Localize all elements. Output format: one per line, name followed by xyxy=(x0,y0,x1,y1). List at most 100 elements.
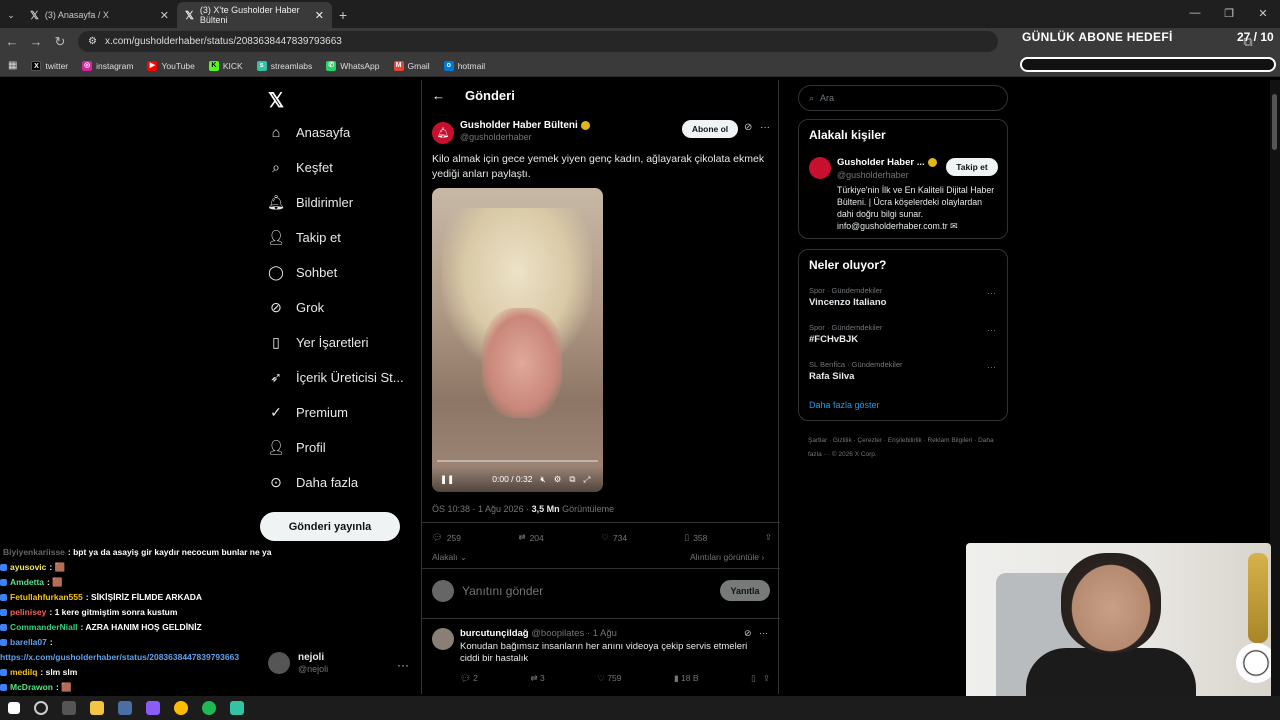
share-icon[interactable]: ⇪ xyxy=(765,532,772,543)
reply-action[interactable]: 💬︎ 2 xyxy=(460,673,478,684)
author-name[interactable]: Gusholder Haber Bülteni xyxy=(460,120,590,131)
account-more-icon[interactable]: ··· xyxy=(397,658,409,672)
more-icon[interactable]: ··· xyxy=(760,122,770,133)
bookmark-instagram[interactable]: ◎ instagram xyxy=(82,60,133,71)
bookmark-share-icons[interactable]: ▯ ⇪ xyxy=(751,673,770,684)
relevance-sort[interactable]: Alakalı ⌄ xyxy=(432,552,467,563)
url-field[interactable]: ⚙ x.com/gusholderhaber/status/2083638447… xyxy=(78,31,998,52)
back-arrow-icon[interactable]: ← xyxy=(432,88,445,103)
chat-username: Biyiyenkariisse xyxy=(3,547,65,557)
trend-more-icon[interactable]: ··· xyxy=(987,288,996,298)
related-avatar[interactable] xyxy=(809,157,831,179)
windows-start-icon[interactable] xyxy=(8,702,20,714)
trend-item[interactable]: Spor · Gündemdekiler Vincenzo Italiano xyxy=(809,286,886,308)
app-icon[interactable] xyxy=(118,701,132,715)
like-action[interactable]: ♡ 759 xyxy=(597,673,621,684)
nav-explore[interactable]: ⌕ Keşfet xyxy=(268,159,333,175)
bookmark-kick[interactable]: K KICK xyxy=(208,60,243,71)
subscribe-button[interactable]: Abone ol xyxy=(682,120,738,138)
bookmark-action[interactable]: ▯ 358 xyxy=(685,532,708,543)
x-logo-icon[interactable]: 𝕏 xyxy=(268,88,284,113)
file-explorer-icon[interactable] xyxy=(90,701,104,715)
comment-more-icon[interactable]: ⊘ ··· xyxy=(744,628,768,639)
new-tab-icon[interactable]: + xyxy=(332,2,354,28)
repost-action[interactable]: ⇄ 204 xyxy=(518,532,543,543)
nav-more[interactable]: ⊙ Daha fazla xyxy=(268,474,358,490)
reply-action[interactable]: 💬︎ 259 xyxy=(432,532,461,543)
search-icon[interactable] xyxy=(34,701,48,715)
bookmark-youtube[interactable]: ▶ YouTube xyxy=(147,60,195,71)
reply-input[interactable]: Yanıtını gönder xyxy=(462,584,543,598)
back-icon[interactable]: ← xyxy=(0,34,24,49)
view-quotes-link[interactable]: Alıntıları görüntüle › xyxy=(690,552,764,562)
spotify-icon[interactable] xyxy=(202,701,216,715)
bookmark-streamlabs[interactable]: s streamlabs xyxy=(256,60,312,71)
bookmark-twitter[interactable]: Xtwitter xyxy=(31,60,68,71)
grok-icon[interactable]: ⊘ xyxy=(744,122,752,133)
scrollbar-thumb[interactable] xyxy=(1272,94,1277,150)
author-handle[interactable]: @gusholderhaber xyxy=(460,132,532,142)
comment-avatar[interactable] xyxy=(432,628,454,650)
pip-icon[interactable]: ⧉ xyxy=(569,474,575,485)
comment-author[interactable]: burcutunçildağ @boopilates · 1 Ağu xyxy=(460,628,617,639)
chat-username: CommanderNiall xyxy=(10,622,78,632)
nav-grok[interactable]: ⊘ Grok xyxy=(268,299,324,315)
show-more-link[interactable]: Daha fazla göster xyxy=(809,400,880,410)
related-name[interactable]: Gusholder Haber ... xyxy=(837,157,937,168)
post-text: Kilo almak için gece yemek yiyen genç ka… xyxy=(432,153,765,180)
views-action[interactable]: ▮ 18 B xyxy=(674,673,699,684)
restore-icon[interactable]: ❐ xyxy=(1212,0,1246,26)
tab-close-icon[interactable]: ✕ xyxy=(160,9,169,22)
nav-chat[interactable]: ◯ Sohbet xyxy=(268,264,337,280)
trend-more-icon[interactable]: ··· xyxy=(987,325,996,335)
nav-profile[interactable]: 👤︎ Profil xyxy=(267,438,326,455)
footer-links[interactable]: Şartlar · Gizlilik · Çerezler · Erişileb… xyxy=(808,434,1008,462)
nav-home[interactable]: ⌂ Anasayfa xyxy=(268,124,350,140)
trend-item[interactable]: Spor · Gündemdekiler #FCHvBJK xyxy=(809,323,882,345)
trend-more-icon[interactable]: ··· xyxy=(987,362,996,372)
streamlabs-icon[interactable] xyxy=(230,701,244,715)
fullscreen-icon[interactable]: ⤢ xyxy=(583,474,590,485)
reply-button[interactable]: Yanıtla xyxy=(720,580,770,601)
bell-icon: 🔔︎ xyxy=(267,193,285,210)
close-window-icon[interactable]: ✕ xyxy=(1246,0,1280,26)
browser-tab-home[interactable]: 𝕏 (3) Anasayfa / X ✕ xyxy=(22,2,177,28)
scrollbar[interactable] xyxy=(1270,80,1280,696)
person-icon: 👤︎ xyxy=(267,438,285,455)
browser-tab-post[interactable]: 𝕏 (3) X'te Gusholder Haber Bülteni ✕ xyxy=(177,2,332,28)
account-switcher[interactable]: nejoli @nejoli xyxy=(268,652,328,674)
search-input[interactable]: ⌕ Ara xyxy=(798,85,1008,111)
follow-button[interactable]: Takip et xyxy=(946,158,998,176)
nav-creator-studio[interactable]: ➶ İçerik Üreticisi St... xyxy=(268,369,404,385)
app-icon[interactable] xyxy=(146,701,160,715)
bookmark-hotmail[interactable]: o hotmail xyxy=(443,60,485,71)
repost-action[interactable]: ⇄ 3 xyxy=(530,673,544,684)
subscriber-goal-label: GÜNLÜK ABONE HEDEFİ xyxy=(1022,30,1173,44)
search-icon: ⌕ xyxy=(272,158,280,175)
taskview-icon[interactable] xyxy=(62,701,76,715)
bookmark-whatsapp[interactable]: ✆ WhatsApp xyxy=(326,60,380,71)
nav-notifications[interactable]: 🔔︎ Bildirimler xyxy=(267,193,353,210)
nav-premium[interactable]: ✓ Premium xyxy=(268,404,348,420)
apps-grid-icon[interactable]: ▦ xyxy=(8,60,17,71)
nav-follow[interactable]: 👤︎ Takip et xyxy=(267,229,341,245)
trend-item[interactable]: SL Benfica · Gündemdekiler Rafa Silva xyxy=(809,360,903,382)
nav-bookmarks[interactable]: ▯ Yer İşaretleri xyxy=(268,334,368,350)
bookmark-gmail[interactable]: M Gmail xyxy=(393,60,430,71)
author-avatar[interactable]: 🔔︎ xyxy=(432,122,454,144)
post-video[interactable]: ❚❚ 0:00 / 0:32 🔇︎ ⚙ ⧉ ⤢ xyxy=(432,188,603,492)
like-action[interactable]: ♡ 734 xyxy=(601,532,627,543)
settings-icon[interactable]: ⚙ xyxy=(554,474,562,485)
post-button[interactable]: Gönderi yayınla xyxy=(260,512,400,541)
url-text: x.com/gusholderhaber/status/208363844783… xyxy=(104,36,342,47)
mute-icon[interactable]: 🔇︎ xyxy=(540,474,545,485)
video-progress-bar[interactable] xyxy=(437,460,598,462)
reload-icon[interactable]: ↻ xyxy=(48,34,72,50)
minimize-icon[interactable]: — xyxy=(1178,0,1212,26)
tab-search-icon[interactable]: ⌄ xyxy=(0,2,22,28)
tab-close-icon[interactable]: ✕ xyxy=(315,9,324,22)
forward-icon[interactable]: → xyxy=(24,34,48,49)
chrome-icon[interactable] xyxy=(174,701,188,715)
site-info-icon[interactable]: ⚙ xyxy=(88,36,97,47)
pause-icon[interactable]: ❚❚ xyxy=(440,474,454,485)
